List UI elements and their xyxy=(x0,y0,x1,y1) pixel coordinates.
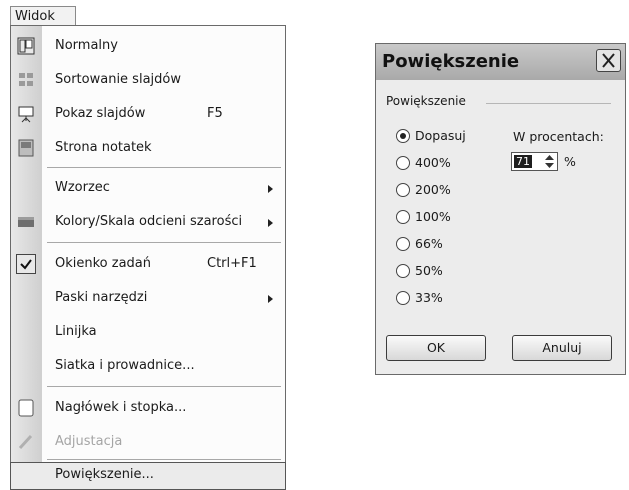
menu-item-shortcut: F5 xyxy=(207,106,223,121)
close-button[interactable] xyxy=(596,49,621,72)
menu-item-label: Linijka xyxy=(55,324,97,339)
menu-item-grid-guides[interactable]: Siatka i prowadnice... xyxy=(11,350,285,384)
percent-value[interactable]: 71 xyxy=(514,155,532,168)
menu-item-task-pane[interactable]: Okienko zadań Ctrl+F1 xyxy=(11,248,285,282)
slide-sorter-icon xyxy=(19,73,33,86)
radio-button[interactable] xyxy=(396,156,410,170)
spin-arrows-icon[interactable] xyxy=(543,154,556,169)
view-menu: Normalny Sortowanie slajdów Pokaz slajdó… xyxy=(10,25,286,490)
menu-separator xyxy=(47,167,281,168)
menu-item-label: Adjustacja xyxy=(55,434,123,449)
radio-button[interactable] xyxy=(396,264,410,278)
menu-item-slide-sorter[interactable]: Sortowanie slajdów xyxy=(11,64,285,98)
radio-button[interactable] xyxy=(396,210,410,224)
radio-button[interactable] xyxy=(396,129,410,143)
menu-item-normal[interactable]: Normalny xyxy=(11,30,285,64)
menu-item-label: Paski narzędzi xyxy=(55,290,148,305)
menu-item-slideshow[interactable]: Pokaz slajdów F5 xyxy=(11,98,285,132)
submenu-arrow-icon xyxy=(268,219,273,227)
menu-item-label: Kolory/Skala odcieni szarości xyxy=(55,214,243,229)
radio-label: 400% xyxy=(415,155,451,170)
radio-label: 200% xyxy=(415,182,451,197)
menu-item-label: Nagłówek i stopka... xyxy=(55,400,187,415)
markup-icon xyxy=(18,434,33,450)
menu-item-shortcut: Ctrl+F1 xyxy=(207,256,257,271)
radio-label: 50% xyxy=(415,263,443,278)
percent-label: W procentach: xyxy=(513,129,604,144)
grayscale-icon xyxy=(18,217,34,227)
cancel-button[interactable]: Anuluj xyxy=(512,335,612,361)
normal-view-icon xyxy=(17,37,35,55)
menu-item-toolbars[interactable]: Paski narzędzi xyxy=(11,282,285,316)
menu-item-notes-page[interactable]: Strona notatek xyxy=(11,132,285,166)
group-divider xyxy=(486,103,611,104)
radio-label: 66% xyxy=(415,236,443,251)
dialog-title: Powiększenie xyxy=(382,51,520,72)
ok-button[interactable]: OK xyxy=(386,335,486,361)
menu-item-label: Sortowanie slajdów xyxy=(55,72,181,87)
menu-item-label: Siatka i prowadnice... xyxy=(55,358,195,373)
checkmark-icon xyxy=(16,254,36,274)
menu-item-color-grayscale[interactable]: Kolory/Skala odcieni szarości xyxy=(11,206,285,240)
header-footer-icon xyxy=(18,399,34,417)
menu-item-label: Strona notatek xyxy=(55,140,152,155)
zoom-dialog: Powiększenie Powiększenie Dopasuj 400% 2… xyxy=(375,43,626,375)
menu-item-zoom[interactable]: Powiększenie... xyxy=(10,462,286,490)
menu-separator xyxy=(47,459,281,460)
menu-separator xyxy=(47,386,281,387)
submenu-arrow-icon xyxy=(268,185,273,193)
percent-spinbox[interactable]: 71 xyxy=(511,152,558,171)
percent-sign: % xyxy=(564,154,576,169)
radio-label: 100% xyxy=(415,209,451,224)
close-icon xyxy=(602,53,615,68)
dialog-title-bar: Powiększenie xyxy=(376,44,625,80)
slideshow-icon xyxy=(18,106,34,123)
radio-label: Dopasuj xyxy=(415,128,466,143)
menu-item-label: Normalny xyxy=(55,38,118,53)
menu-item-ruler[interactable]: Linijka xyxy=(11,316,285,350)
menu-title-widok[interactable]: Widok xyxy=(10,6,76,26)
radio-button[interactable] xyxy=(396,237,410,251)
menu-item-master[interactable]: Wzorzec xyxy=(11,172,285,206)
radio-button[interactable] xyxy=(396,291,410,305)
menu-item-label: Powiększenie... xyxy=(55,467,154,482)
radio-label: 33% xyxy=(415,290,443,305)
submenu-arrow-icon xyxy=(268,295,273,303)
notes-page-icon xyxy=(18,139,34,157)
menu-separator xyxy=(47,242,281,243)
group-label: Powiększenie xyxy=(386,94,466,108)
menu-item-label: Wzorzec xyxy=(55,180,110,195)
menu-item-label: Okienko zadań xyxy=(55,256,152,271)
radio-button[interactable] xyxy=(396,183,410,197)
menu-item-header-footer[interactable]: Nagłówek i stopka... xyxy=(11,392,285,426)
menu-item-markup: Adjustacja xyxy=(11,426,285,460)
menu-item-label: Pokaz slajdów xyxy=(55,106,146,121)
